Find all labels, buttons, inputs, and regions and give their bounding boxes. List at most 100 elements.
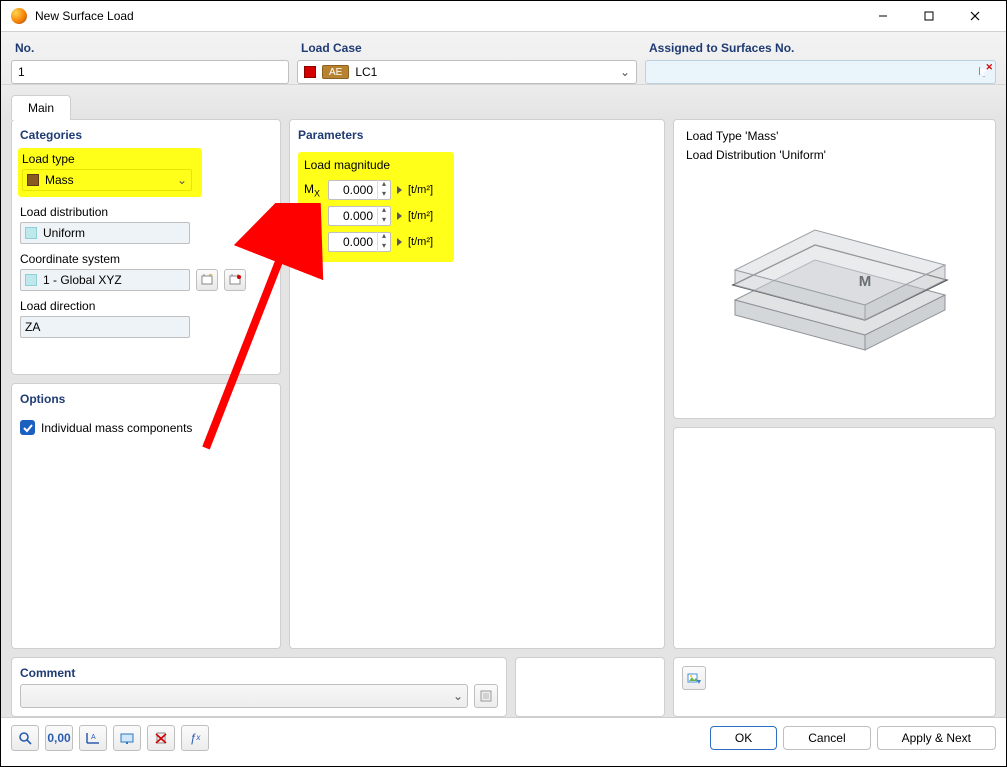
script-button[interactable]: ƒx: [181, 725, 209, 751]
view-button[interactable]: [113, 725, 141, 751]
options-section: Options Individual mass components: [11, 383, 281, 649]
tab-main[interactable]: Main: [11, 95, 71, 120]
close-button[interactable]: [952, 1, 998, 32]
load-case-label: Load Case: [297, 38, 637, 58]
parameters-section: Parameters Load magnitude MX ▴▾ [t/m²] M…: [289, 119, 665, 649]
coord-color-swatch: [25, 274, 37, 286]
window-title: New Surface Load: [35, 9, 134, 23]
magnitude-row-my: MY ▴▾ [t/m²]: [304, 204, 446, 228]
titlebar: New Surface Load: [1, 1, 1006, 32]
units-button[interactable]: 0,00: [45, 725, 73, 751]
assigned-input[interactable]: [652, 65, 973, 79]
chevron-down-icon: ⌄: [453, 689, 463, 703]
load-case-value: LC1: [355, 65, 377, 79]
load-magnitude-label: Load magnitude: [304, 158, 446, 172]
mx-input[interactable]: ▴▾: [328, 180, 391, 200]
preview-actions-panel: [673, 657, 996, 717]
coordinate-system-label: Coordinate system: [20, 252, 272, 266]
parameters-title: Parameters: [298, 126, 656, 150]
load-distribution-value: Uniform: [43, 226, 85, 240]
minimize-button[interactable]: [860, 1, 906, 32]
mass-color-swatch: [27, 174, 39, 186]
categories-title: Categories: [20, 126, 272, 150]
my-label: MY: [304, 208, 324, 224]
coordinate-system-value: 1 - Global XYZ: [43, 273, 122, 287]
uniform-color-swatch: [25, 227, 37, 239]
mz-input[interactable]: ▴▾: [328, 232, 391, 252]
top-fields: No. Load Case AE LC1 ⌄ Assigned to Surfa…: [1, 32, 1006, 85]
load-case-dropdown[interactable]: AE LC1 ⌄: [297, 60, 637, 84]
help-button[interactable]: [11, 725, 39, 751]
maximize-button[interactable]: [906, 1, 952, 32]
load-distribution-label: Load distribution: [20, 205, 272, 219]
load-type-dropdown[interactable]: Mass ⌄: [22, 169, 192, 191]
my-value[interactable]: [329, 209, 377, 223]
comment-spacer-panel: [515, 657, 665, 717]
new-coord-system-button[interactable]: [196, 269, 218, 291]
load-direction-dropdown[interactable]: ZA: [20, 316, 190, 338]
no-field[interactable]: [11, 60, 289, 84]
play-icon[interactable]: [397, 238, 402, 246]
individual-mass-checkbox-row[interactable]: Individual mass components: [20, 420, 272, 435]
comment-title: Comment: [20, 664, 498, 684]
my-input[interactable]: ▴▾: [328, 206, 391, 226]
edit-coord-system-button[interactable]: [224, 269, 246, 291]
apply-next-button[interactable]: Apply & Next: [877, 726, 996, 750]
comment-edit-button[interactable]: [474, 684, 498, 708]
mx-step-down[interactable]: ▾: [378, 190, 390, 200]
load-preview-illustration: M: [715, 190, 955, 360]
comment-dropdown[interactable]: ⌄: [20, 684, 468, 708]
individual-mass-checkbox[interactable]: [20, 420, 35, 435]
mx-unit: [t/m²]: [408, 184, 433, 196]
cancel-button[interactable]: Cancel: [783, 726, 870, 750]
my-step-down[interactable]: ▾: [378, 216, 390, 226]
magnitude-row-mz: MZ ▴▾ [t/m²]: [304, 230, 446, 254]
no-label: No.: [11, 38, 289, 58]
options-title: Options: [20, 390, 272, 414]
mz-unit: [t/m²]: [408, 236, 433, 248]
image-export-button[interactable]: [682, 666, 706, 690]
chevron-down-icon: ⌄: [620, 65, 630, 79]
mz-value[interactable]: [329, 235, 377, 249]
delete-button[interactable]: [147, 725, 175, 751]
clear-x-icon: ✕: [985, 62, 993, 73]
dialog-footer: 0,00 A ƒx OK Cancel Apply & Next: [1, 717, 1006, 757]
ok-button[interactable]: OK: [710, 726, 777, 750]
preview-center-label: M: [858, 273, 871, 290]
svg-text:A: A: [91, 734, 96, 741]
play-icon[interactable]: [397, 212, 402, 220]
mz-label: MZ: [304, 234, 324, 250]
preview-line2: Load Distribution 'Uniform': [682, 147, 987, 166]
pick-surfaces-button[interactable]: ✕: [973, 61, 995, 83]
magnitude-row-mx: MX ▴▾ [t/m²]: [304, 178, 446, 202]
load-distribution-dropdown[interactable]: Uniform: [20, 222, 190, 244]
load-direction-value: ZA: [25, 320, 40, 334]
comment-section: Comment ⌄: [11, 657, 507, 717]
preview-lower-panel: [673, 427, 996, 649]
assigned-field[interactable]: ✕: [645, 60, 996, 84]
play-icon[interactable]: [397, 186, 402, 194]
categories-section: Categories Load type Mass ⌄ Load distrib…: [11, 119, 281, 375]
cancel-label: Cancel: [808, 731, 845, 745]
coordinate-system-dropdown[interactable]: 1 - Global XYZ: [20, 269, 190, 291]
my-unit: [t/m²]: [408, 210, 433, 222]
axis-button[interactable]: A: [79, 725, 107, 751]
app-icon: [11, 8, 27, 24]
mz-step-down[interactable]: ▾: [378, 242, 390, 252]
ok-label: OK: [735, 731, 752, 745]
load-case-color-swatch: [304, 66, 316, 78]
load-direction-label: Load direction: [20, 299, 272, 313]
apply-next-label: Apply & Next: [902, 731, 971, 745]
preview-info-panel: Load Type 'Mass' Load Distribution 'Unif…: [673, 119, 996, 419]
mx-label: MX: [304, 182, 324, 198]
preview-line1: Load Type 'Mass': [682, 126, 987, 147]
mx-value[interactable]: [329, 183, 377, 197]
individual-mass-label: Individual mass components: [41, 421, 192, 435]
chevron-down-icon: ⌄: [177, 173, 187, 187]
load-case-tag: AE: [322, 65, 349, 79]
no-input[interactable]: [18, 65, 282, 79]
tab-main-label: Main: [28, 101, 54, 115]
assigned-label: Assigned to Surfaces No.: [645, 38, 996, 58]
load-type-value: Mass: [45, 173, 74, 187]
tab-row: Main: [1, 85, 1006, 119]
